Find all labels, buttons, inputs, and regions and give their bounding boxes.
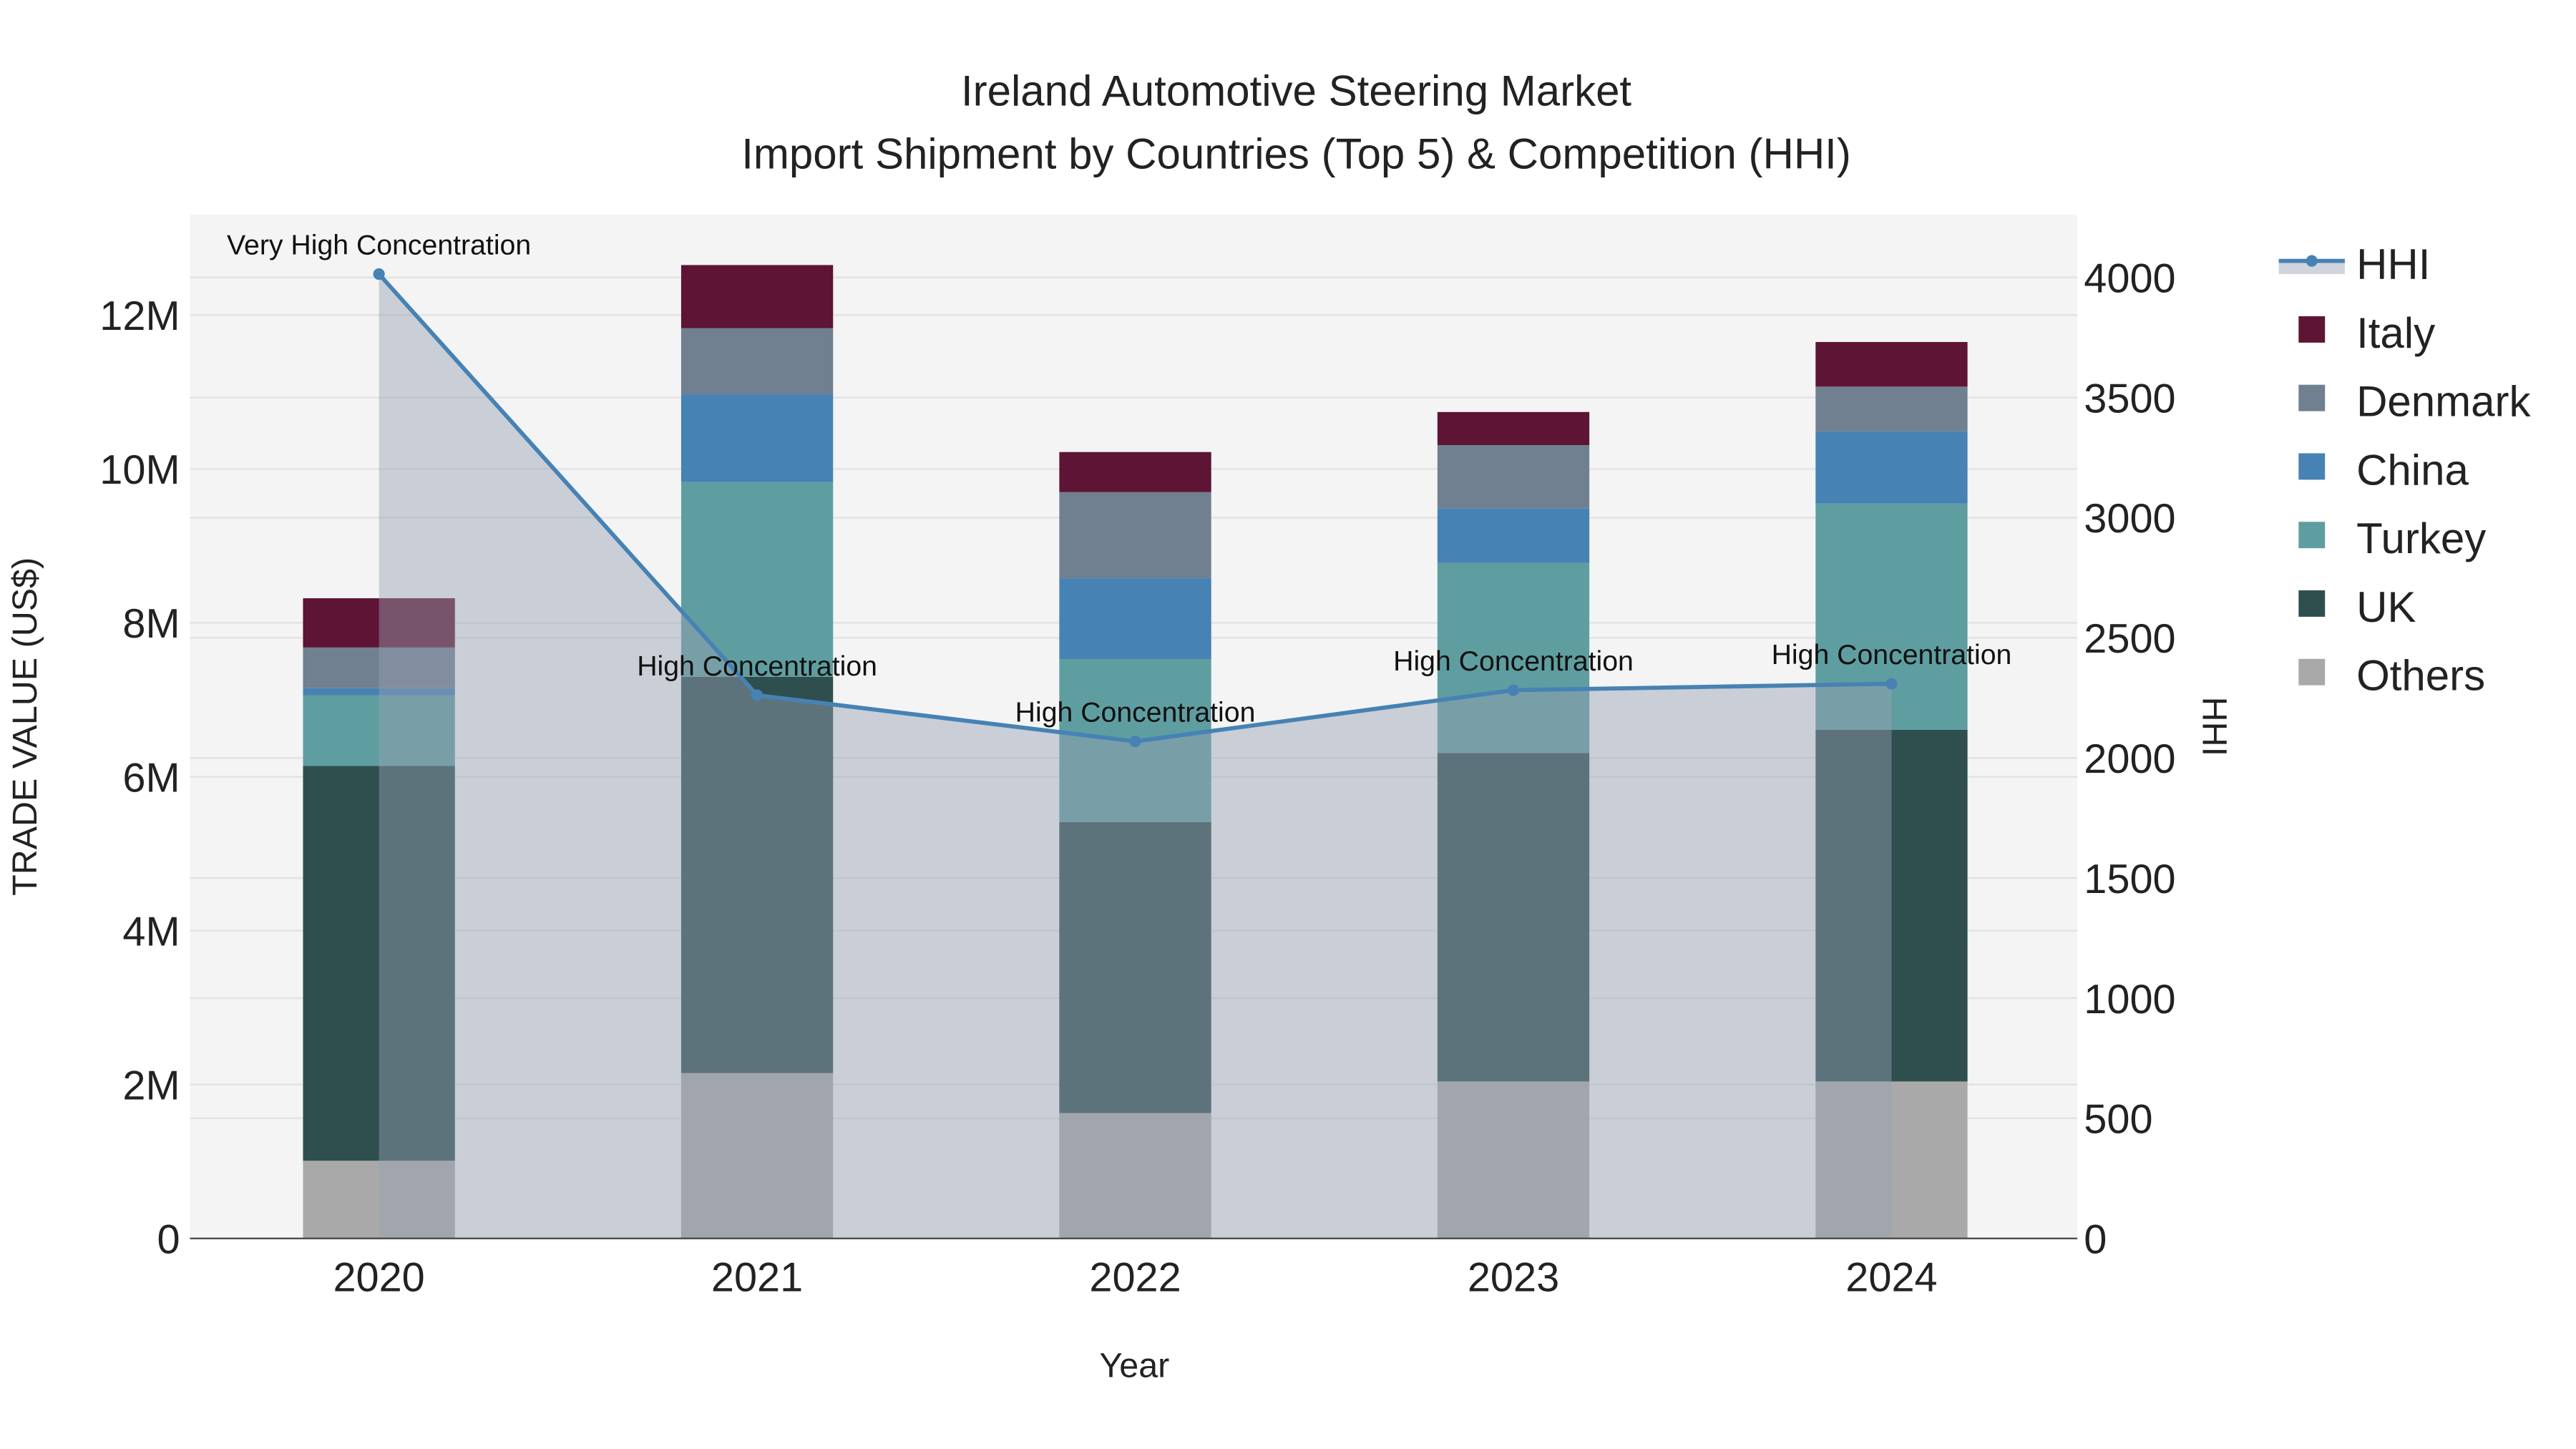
y-tick-label: 12M: [99, 293, 180, 339]
x-tick-label: 2024: [1845, 1255, 1937, 1301]
x-tick-label: 2022: [1089, 1255, 1181, 1301]
legend-label-turkey: Turkey: [2356, 514, 2486, 562]
legend-label-italy: Italy: [2356, 309, 2435, 357]
y-tick-label: 4M: [122, 909, 180, 955]
chart-subtitle: Import Shipment by Countries (Top 5) & C…: [741, 130, 1851, 177]
bar-denmark: [1059, 492, 1211, 579]
bar-china: [680, 394, 834, 482]
legend-label-uk: UK: [2356, 583, 2416, 631]
bar-italy: [1437, 411, 1590, 446]
legend-swatch-italy: [2298, 316, 2326, 343]
y2-tick-label: 1500: [2084, 857, 2175, 902]
bar-italy: [1059, 452, 1211, 492]
x-tick-label: 2020: [333, 1255, 424, 1301]
hhi-point: [1129, 735, 1141, 748]
y-axis-title: TRADE VALUE (US$): [6, 557, 44, 896]
bar-china: [1059, 578, 1211, 660]
x-axis-title: Year: [1099, 1347, 1169, 1385]
hhi-point: [1507, 684, 1520, 696]
legend-marker-hhi: [2306, 255, 2318, 267]
chart-title: Ireland Automotive Steering Market: [961, 67, 1631, 115]
y2-tick-label: 2000: [2084, 736, 2175, 782]
legend-label-hhi: HHI: [2356, 240, 2430, 288]
y2-axis-title: HHI: [2195, 697, 2233, 756]
hhi-annotation: High Concentration: [1393, 645, 1634, 677]
legend-label-others: Others: [2356, 652, 2485, 700]
bar-denmark: [1815, 386, 1968, 431]
bar-denmark: [1437, 445, 1590, 509]
legend-label-china: China: [2356, 446, 2469, 494]
hhi-annotation: Very High Concentration: [227, 229, 531, 260]
legend-swatch-turkey: [2298, 522, 2326, 549]
y-tick-label: 8M: [122, 601, 180, 647]
bar-denmark: [680, 328, 834, 395]
legend: HHI Italy Denmark China Turkey UK Others: [2278, 240, 2531, 700]
legend-swatch-denmark: [2298, 384, 2326, 411]
hhi-point: [373, 268, 385, 280]
bar-italy: [680, 265, 834, 328]
y-tick-label: 2M: [122, 1063, 180, 1108]
y2-tick-label: 4000: [2084, 255, 2175, 301]
bar-china: [1815, 431, 1968, 504]
y2-tick-label: 3500: [2084, 376, 2175, 421]
y2-tick-label: 2500: [2084, 616, 2175, 662]
y-tick-label: 10M: [99, 447, 180, 493]
x-tick-label: 2021: [711, 1255, 803, 1301]
x-tick-label: 2023: [1468, 1255, 1559, 1301]
y2-tick-label: 500: [2084, 1097, 2152, 1143]
bar-italy: [1815, 341, 1968, 387]
hhi-point: [751, 689, 763, 701]
y-tick-label: 6M: [122, 755, 180, 801]
hhi-annotation: High Concentration: [1015, 696, 1256, 728]
y2-tick-label: 3000: [2084, 496, 2175, 542]
legend-swatch-china: [2298, 453, 2326, 480]
bar-china: [1437, 508, 1590, 563]
legend-swatch-others: [2298, 658, 2326, 686]
legend-label-denmark: Denmark: [2356, 378, 2531, 426]
y-tick-label: 0: [157, 1217, 180, 1263]
hhi-point: [1885, 678, 1898, 690]
chart: Very High Concentration High Concentratio…: [6, 67, 2532, 1385]
legend-swatch-uk: [2298, 590, 2326, 617]
hhi-annotation: High Concentration: [1772, 639, 2012, 670]
hhi-annotation: High Concentration: [637, 650, 877, 682]
y2-tick-label: 1000: [2084, 977, 2175, 1023]
y2-tick-label: 0: [2084, 1217, 2107, 1263]
